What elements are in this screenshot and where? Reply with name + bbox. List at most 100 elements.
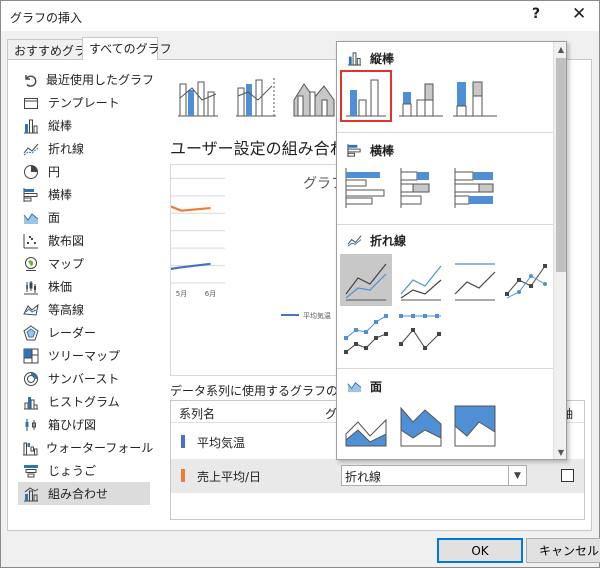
sidebar-item-label: 散布図 xyxy=(48,234,85,248)
popup-section-label: 面 xyxy=(370,380,383,394)
series-name: 平均気温 xyxy=(197,436,246,450)
recent-icon xyxy=(22,71,38,89)
line-stacked-markers-option[interactable] xyxy=(340,308,392,360)
sidebar-item-sunburst[interactable]: サンバースト xyxy=(18,367,150,390)
line-option[interactable] xyxy=(340,254,392,306)
sidebar-item-waterfall[interactable]: ウォーターフォール xyxy=(18,436,154,459)
column-clustered-option[interactable] xyxy=(340,70,392,122)
dialog-title: グラフの挿入 xyxy=(10,11,83,25)
x-tick-label: 6月 xyxy=(205,290,216,298)
popup-section-label: 折れ線 xyxy=(370,234,407,248)
sidebar-item-templates[interactable]: テンプレート xyxy=(18,91,150,114)
x-tick-label: 5月 xyxy=(176,290,187,298)
line-markers-option[interactable] xyxy=(501,254,553,306)
ok-button[interactable]: OK xyxy=(437,538,523,563)
sidebar-item-column[interactable]: 縦棒 xyxy=(18,114,150,137)
scroll-up-icon[interactable]: ▲ xyxy=(554,42,566,56)
area-chart-icon xyxy=(347,382,362,393)
bar-100-stacked-option[interactable] xyxy=(449,162,501,214)
chart-type-list: 最近使用したグラフ テンプレート 縦棒 折れ線 円 横棒 面 散布図 マップ 株… xyxy=(18,68,154,505)
insert-chart-dialog: グラフの挿入 ? ✕ おすすめグラフ すべてのグラフ 最近使用したグラフ テンプ… xyxy=(0,0,600,568)
chevron-down-icon[interactable]: ▼ xyxy=(508,466,526,485)
pie-chart-icon xyxy=(22,163,40,181)
sidebar-item-funnel[interactable]: じょうご xyxy=(18,459,150,482)
sidebar-item-label: 等高線 xyxy=(48,303,85,317)
sidebar-item-bar[interactable]: 横棒 xyxy=(18,183,150,206)
sidebar-item-label: じょうご xyxy=(48,464,97,478)
legend-label: 平均気温 xyxy=(303,311,331,320)
scrollbar-thumb[interactable] xyxy=(556,58,566,272)
sidebar-item-histogram[interactable]: ヒストグラム xyxy=(18,390,150,413)
popup-scrollbar[interactable]: ▲ ▼ xyxy=(553,42,566,459)
header-series-name: 系列名 xyxy=(179,407,216,421)
sidebar-item-label: 箱ひげ図 xyxy=(48,418,97,432)
sidebar-item-label: ツリーマップ xyxy=(48,349,121,363)
folder-icon xyxy=(22,94,40,112)
sidebar-item-radar[interactable]: レーダー xyxy=(18,321,150,344)
sidebar-item-label: ヒストグラム xyxy=(48,395,120,409)
sidebar-item-label: ウォーターフォール xyxy=(46,441,154,455)
tab-all-charts[interactable]: すべてのグラフ xyxy=(82,37,172,60)
sidebar-item-label: 横棒 xyxy=(48,188,73,202)
surface-chart-icon xyxy=(22,301,40,319)
column-stacked-option[interactable] xyxy=(395,70,447,122)
popup-section-area: 面 xyxy=(347,378,382,395)
sidebar-item-area[interactable]: 面 xyxy=(18,206,150,229)
radar-chart-icon xyxy=(22,324,40,342)
sidebar-item-label: 折れ線 xyxy=(48,142,85,156)
popup-divider xyxy=(337,224,553,225)
line-100-stacked-markers-option[interactable] xyxy=(395,308,447,360)
series-line-1 xyxy=(171,262,211,271)
combo-subtype-3[interactable] xyxy=(286,70,342,124)
combo-subtype-1[interactable] xyxy=(170,70,226,124)
title-bar: グラフの挿入 ? ✕ xyxy=(1,1,599,31)
area-option[interactable] xyxy=(340,400,392,452)
tab-recommended[interactable]: おすすめグラフ xyxy=(7,39,98,59)
bar-clustered-option[interactable] xyxy=(340,162,392,214)
bar-chart-icon xyxy=(347,143,361,158)
custom-combo-title: ユーザー設定の組み合わせ xyxy=(170,139,362,158)
popup-section-bar: 横棒 xyxy=(347,142,394,159)
sidebar-item-stock[interactable]: 株価 xyxy=(18,275,150,298)
combo-subtype-2[interactable] xyxy=(228,70,284,124)
column-chart-icon xyxy=(347,52,362,66)
sidebar-item-label: サンバースト xyxy=(48,372,120,386)
sidebar-item-treemap[interactable]: ツリーマップ xyxy=(18,344,150,367)
popup-section-column: 縦棒 xyxy=(347,50,394,67)
line-stacked-option[interactable] xyxy=(395,254,447,306)
sidebar-item-box-whisker[interactable]: 箱ひげ図 xyxy=(18,413,150,436)
sidebar-item-combo[interactable]: 組み合わせ xyxy=(18,482,150,505)
sidebar-item-label: 縦棒 xyxy=(48,119,73,133)
series-color-swatch xyxy=(181,469,185,482)
sidebar-item-label: テンプレート xyxy=(48,96,120,110)
series-row-2: 売上平均/日 折れ線 ▼ xyxy=(171,459,584,493)
box-whisker-icon xyxy=(22,416,40,434)
series-name: 売上平均/日 xyxy=(197,470,262,484)
line-100-stacked-option[interactable] xyxy=(449,254,501,306)
area-100-stacked-option[interactable] xyxy=(449,400,501,452)
line-chart-icon xyxy=(22,140,40,158)
chart-type-select[interactable]: 折れ線 ▼ xyxy=(341,465,527,486)
secondary-axis-checkbox[interactable] xyxy=(561,469,574,482)
bar-stacked-option[interactable] xyxy=(395,162,447,214)
sidebar-item-line[interactable]: 折れ線 xyxy=(18,137,150,160)
sidebar-item-surface[interactable]: 等高線 xyxy=(18,298,150,321)
area-stacked-option[interactable] xyxy=(395,400,447,452)
histogram-icon xyxy=(22,393,40,411)
sidebar-item-pie[interactable]: 円 xyxy=(18,160,150,183)
help-button[interactable]: ? xyxy=(532,6,540,22)
sidebar-item-recent[interactable]: 最近使用したグラフ xyxy=(18,68,154,91)
popup-divider xyxy=(337,368,553,369)
sidebar-item-label: 面 xyxy=(48,211,61,225)
close-button[interactable]: ✕ xyxy=(572,4,586,24)
scroll-down-icon[interactable]: ▼ xyxy=(554,445,566,459)
bar-chart-icon xyxy=(22,186,40,204)
sidebar-item-map[interactable]: マップ xyxy=(18,252,150,275)
column-100-stacked-option[interactable] xyxy=(449,70,501,122)
map-chart-icon xyxy=(22,255,40,273)
column-chart-icon xyxy=(22,117,40,135)
chart-type-dropdown: 縦棒 横棒 折れ線 面 ▲ ▼ xyxy=(336,41,567,460)
cancel-button[interactable]: キャンセル xyxy=(526,538,600,563)
sidebar-item-scatter[interactable]: 散布図 xyxy=(18,229,150,252)
stock-chart-icon xyxy=(22,278,40,296)
